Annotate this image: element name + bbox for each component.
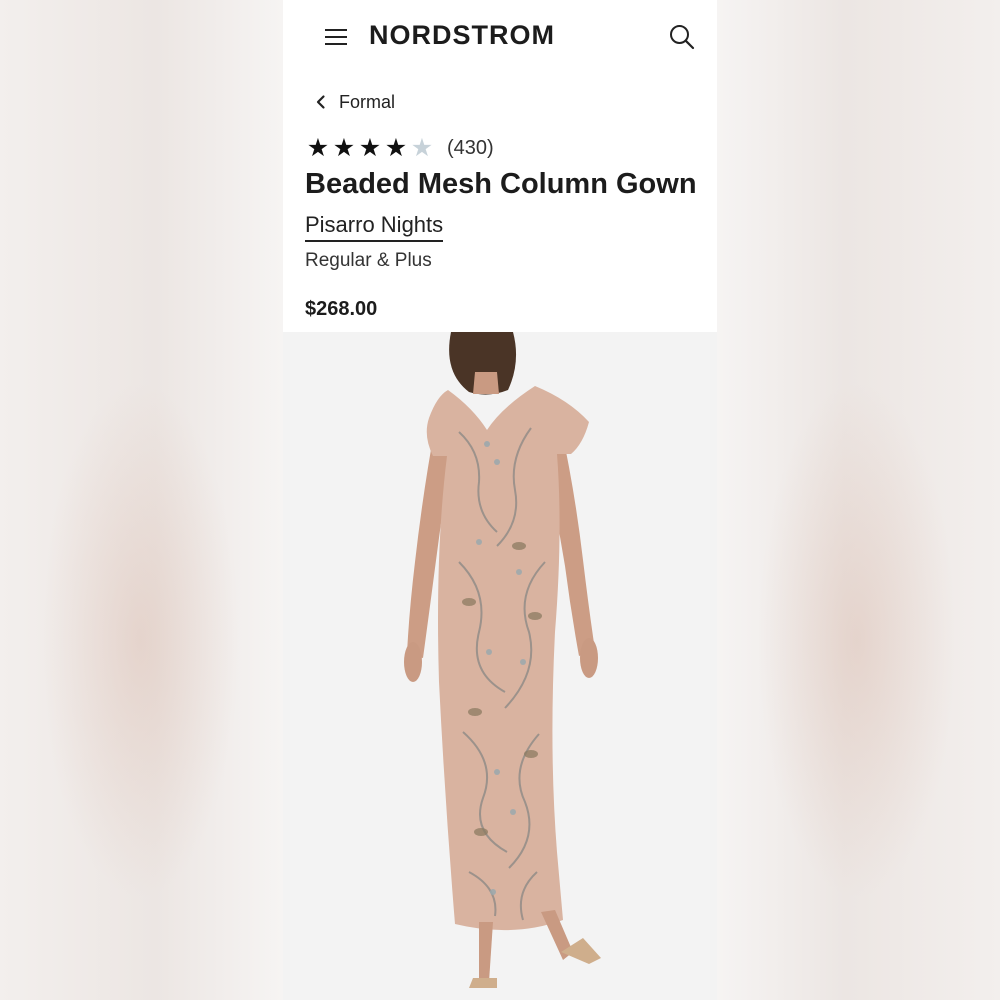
breadcrumb[interactable]: Formal bbox=[313, 90, 395, 114]
star-filled-icon: ★ bbox=[332, 133, 356, 162]
product-title: Beaded Mesh Column Gown bbox=[305, 168, 697, 200]
model-wearing-gown-illustration bbox=[404, 332, 601, 988]
product-page: NORDSTROM Formal ★ ★ ★ ★ ★ (430) Beaded Mesh… bbox=[283, 0, 717, 1000]
blurred-background-left bbox=[0, 0, 283, 1000]
star-filled-icon: ★ bbox=[306, 133, 330, 162]
rating-stars: ★ ★ ★ ★ ★ bbox=[305, 135, 435, 161]
hamburger-menu-icon[interactable] bbox=[323, 25, 349, 49]
size-range: Regular & Plus bbox=[305, 250, 432, 271]
breadcrumb-label: Formal bbox=[339, 91, 396, 112]
background-smudge bbox=[40, 380, 240, 900]
star-rating[interactable]: ★ ★ ★ ★ ★ (430) bbox=[305, 134, 494, 162]
blurred-background-right bbox=[717, 0, 1000, 1000]
background-smudge bbox=[757, 380, 957, 900]
product-price: $268.00 bbox=[305, 298, 378, 320]
star-empty-icon: ★ bbox=[410, 133, 434, 162]
brand-link[interactable]: Pisarro Nights bbox=[305, 212, 444, 242]
product-image[interactable] bbox=[283, 332, 717, 1000]
star-filled-icon: ★ bbox=[384, 133, 408, 162]
chevron-left-icon bbox=[316, 95, 325, 109]
review-count: (430) bbox=[447, 136, 494, 159]
nordstrom-logo[interactable]: NORDSTROM bbox=[369, 20, 555, 51]
search-icon[interactable] bbox=[667, 22, 697, 52]
star-filled-icon: ★ bbox=[358, 133, 382, 162]
site-header: NORDSTROM bbox=[283, 0, 717, 74]
